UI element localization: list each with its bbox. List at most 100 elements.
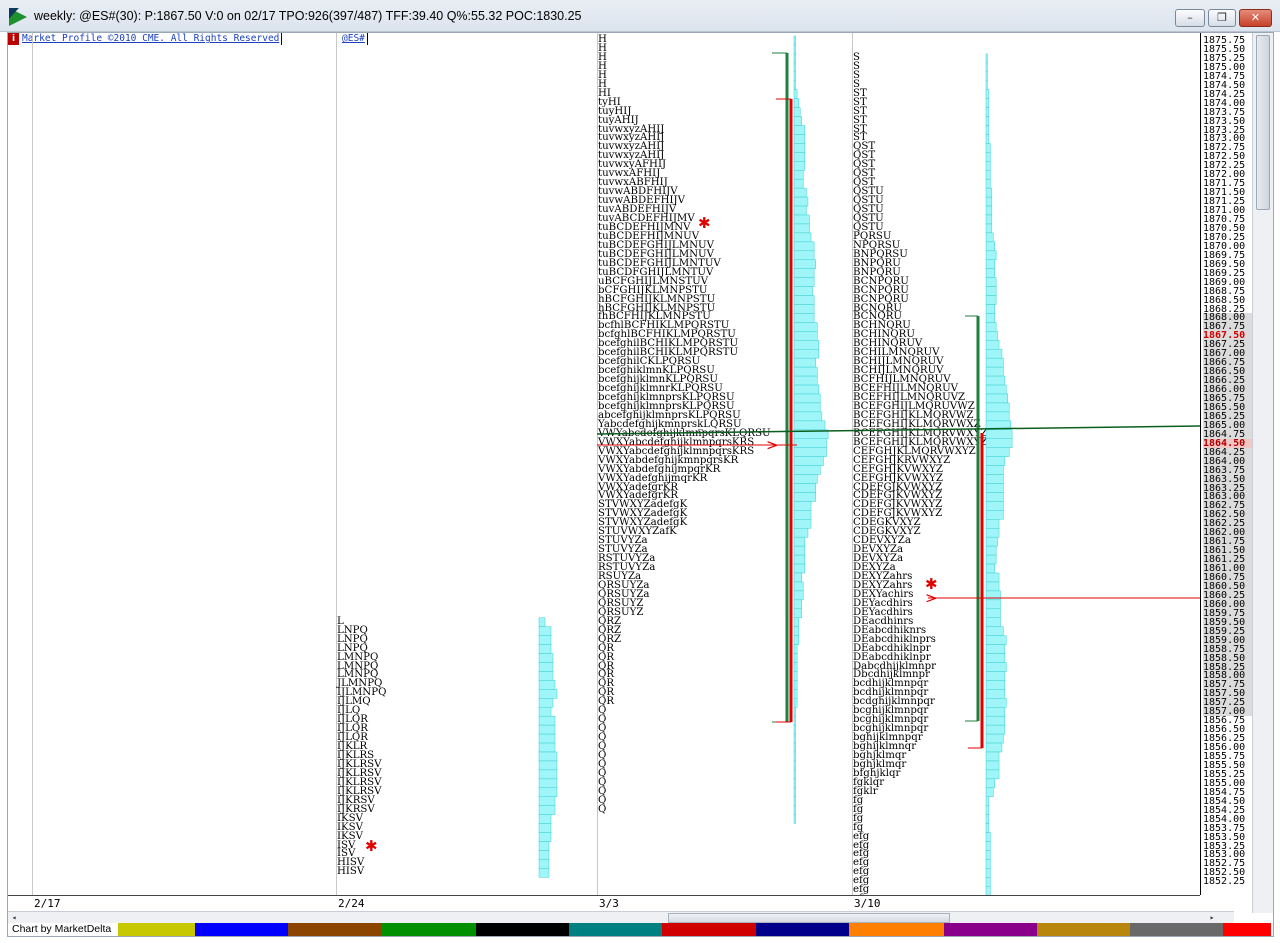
date-label: 2/17 bbox=[34, 897, 61, 910]
volume-bar bbox=[985, 143, 991, 153]
volume-bar bbox=[793, 411, 823, 422]
volume-bar bbox=[538, 841, 550, 851]
volume-bar bbox=[985, 886, 991, 896]
credit-label: Chart by MarketDelta bbox=[12, 923, 112, 935]
horizontal-scrollbar[interactable]: ◂ ▸ bbox=[8, 911, 1234, 923]
volume-bar bbox=[985, 841, 991, 851]
volume-bar bbox=[985, 572, 1000, 583]
volume-bar bbox=[793, 438, 827, 448]
volume-bar bbox=[793, 644, 798, 654]
volume-bar bbox=[793, 519, 812, 529]
color-swatch bbox=[944, 923, 1037, 936]
volume-bar bbox=[793, 707, 796, 717]
volume-bar bbox=[985, 107, 990, 117]
volume-bar bbox=[793, 259, 816, 269]
color-swatch bbox=[756, 923, 849, 936]
volume-bar bbox=[793, 724, 796, 735]
volume-bar bbox=[985, 671, 1006, 681]
volume-bar bbox=[985, 680, 1006, 690]
color-swatch bbox=[476, 923, 569, 936]
volume-bar bbox=[793, 44, 796, 55]
price-label: 1852.25 bbox=[1203, 876, 1246, 888]
volume-bar bbox=[793, 492, 816, 502]
volume-bar bbox=[985, 715, 1006, 726]
vertical-scrollbar[interactable] bbox=[1252, 33, 1273, 913]
volume-bar bbox=[793, 698, 798, 708]
volume-bar bbox=[985, 823, 990, 833]
market-profile-chart[interactable]: i Market Profile ©2010 CME. All Rights R… bbox=[7, 32, 1274, 937]
volume-bar bbox=[538, 868, 550, 878]
volume-bar bbox=[793, 501, 812, 511]
volume-bar bbox=[985, 340, 1000, 350]
volume-bar bbox=[793, 349, 820, 359]
volume-histogram: ✱✱✱>> bbox=[365, 35, 1201, 936]
color-swatch bbox=[288, 923, 381, 936]
volume-bar bbox=[985, 134, 990, 144]
volume-bar bbox=[793, 680, 798, 690]
open-marker-icon: ✱ bbox=[365, 837, 378, 855]
volume-bar bbox=[538, 707, 552, 717]
volume-bar bbox=[985, 474, 1004, 484]
volume-bar bbox=[985, 545, 997, 556]
volume-bar bbox=[793, 205, 807, 216]
volume-bar bbox=[985, 223, 993, 234]
volume-bar bbox=[985, 304, 995, 314]
color-swatch bbox=[381, 923, 476, 936]
volume-bar bbox=[985, 778, 995, 789]
volume-bar bbox=[985, 751, 1000, 762]
volume-bar bbox=[538, 644, 552, 654]
volume-bar bbox=[793, 178, 804, 189]
volume-bar bbox=[793, 465, 821, 475]
volume-bar bbox=[538, 662, 554, 672]
volume-bar bbox=[985, 814, 990, 824]
volume-bar bbox=[793, 456, 824, 466]
volume-bar bbox=[793, 554, 806, 565]
volume-bar bbox=[793, 590, 804, 601]
close-button[interactable]: ✕ bbox=[1239, 9, 1272, 27]
volume-bar bbox=[985, 850, 991, 860]
volume-bar bbox=[985, 250, 997, 261]
volume-bar bbox=[538, 805, 556, 815]
color-swatch bbox=[849, 923, 944, 936]
vertical-scrollbar-thumb[interactable] bbox=[1256, 35, 1270, 210]
volume-bar bbox=[793, 474, 818, 484]
volume-bar bbox=[793, 277, 815, 287]
volume-bar bbox=[793, 733, 796, 744]
minimize-button[interactable]: – bbox=[1175, 9, 1205, 27]
volume-bar bbox=[538, 760, 558, 771]
volume-bar bbox=[793, 304, 815, 314]
volume-bar bbox=[793, 778, 796, 789]
volume-bar bbox=[793, 447, 827, 457]
volume-bar bbox=[538, 671, 554, 681]
volume-bar bbox=[793, 814, 796, 824]
restore-button[interactable]: ❐ bbox=[1208, 9, 1236, 27]
volume-bar bbox=[793, 545, 806, 556]
volume-bar bbox=[985, 357, 1004, 368]
title-bar: weekly: @ES#(30): P:1867.50 V:0 on 02/17… bbox=[0, 0, 1280, 32]
volume-bar bbox=[793, 653, 798, 663]
volume-bar bbox=[538, 689, 558, 699]
volume-bar bbox=[793, 187, 807, 198]
volume-bar bbox=[793, 170, 804, 180]
volume-bar bbox=[985, 53, 988, 64]
volume-bar bbox=[538, 742, 556, 753]
volume-bar bbox=[793, 322, 818, 332]
volume-bar bbox=[985, 349, 1003, 359]
color-swatch bbox=[662, 923, 756, 936]
volume-bar bbox=[985, 769, 1000, 780]
volume-bar bbox=[985, 733, 1004, 744]
volume-bar bbox=[793, 787, 796, 797]
volume-bar bbox=[793, 805, 796, 815]
volume-bar bbox=[538, 778, 558, 789]
volume-bar bbox=[985, 187, 993, 198]
volume-bar bbox=[793, 402, 821, 413]
letter-color-legend: Chart by MarketDelta bbox=[8, 923, 1273, 936]
volume-bar bbox=[538, 814, 552, 824]
volume-bar bbox=[793, 232, 812, 243]
color-swatch bbox=[1223, 923, 1271, 936]
horizontal-scrollbar-thumb[interactable] bbox=[668, 913, 950, 923]
volume-bar bbox=[985, 205, 993, 216]
volume-bar bbox=[985, 501, 1004, 511]
volume-bar bbox=[793, 420, 826, 431]
volume-bar bbox=[985, 152, 991, 162]
